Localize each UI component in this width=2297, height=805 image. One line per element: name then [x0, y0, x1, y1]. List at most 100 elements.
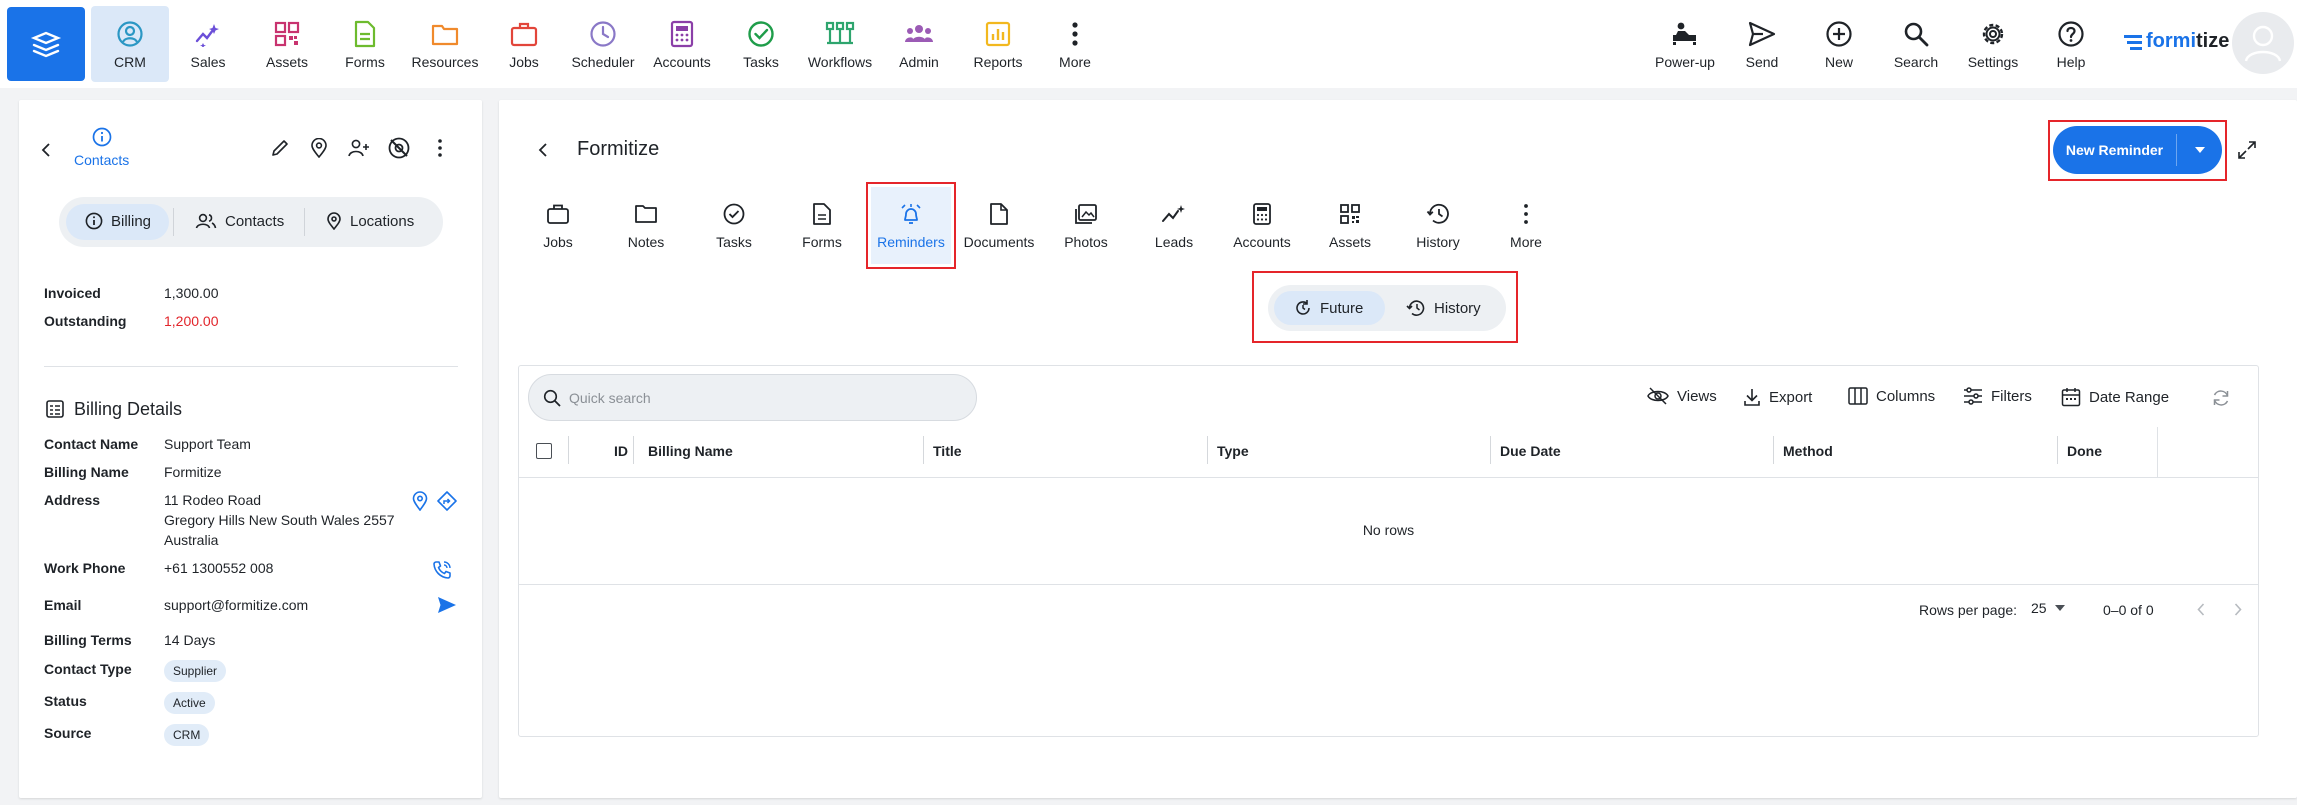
admin-icon [904, 19, 934, 49]
location-pin-icon [326, 212, 342, 230]
segment-label: Locations [350, 212, 415, 230]
expand-icon[interactable] [2237, 140, 2257, 160]
column-header-title[interactable]: Title [933, 443, 962, 459]
source-chip: CRM [164, 724, 210, 746]
phone-call-icon[interactable] [432, 560, 452, 580]
nav-resources[interactable]: Resources [406, 6, 484, 82]
next-page-icon[interactable] [2234, 603, 2242, 616]
tab-notes[interactable]: Notes [606, 178, 686, 260]
column-header-done[interactable]: Done [2067, 443, 2102, 459]
column-header-method[interactable]: Method [1783, 443, 1833, 459]
home-menu-button[interactable] [7, 7, 85, 81]
nav-help[interactable]: Help [2032, 6, 2110, 82]
map-pin-icon[interactable] [412, 491, 428, 511]
send-email-icon[interactable] [437, 596, 457, 614]
user-avatar[interactable] [2232, 12, 2294, 74]
nav-label: Workflows [807, 54, 873, 70]
hide-eye-icon[interactable] [388, 137, 410, 159]
contact-details-panel: Contacts Billing Contacts Locations Invo… [19, 100, 482, 798]
info-icon[interactable] [92, 127, 112, 147]
rows-per-page-select[interactable]: 25 [2031, 600, 2065, 616]
location-pin-icon[interactable] [310, 138, 328, 158]
segment-locations[interactable]: Locations [326, 212, 414, 230]
email-value: support@formitize.com [164, 597, 309, 613]
nav-reports[interactable]: Reports [959, 6, 1037, 82]
segment-billing[interactable]: Billing [85, 212, 151, 230]
views-button[interactable]: Views [1647, 387, 1717, 405]
nav-label: Admin [899, 54, 939, 70]
nav-assets[interactable]: Assets [248, 6, 326, 82]
column-header-type[interactable]: Type [1217, 443, 1249, 459]
user-avatar-icon [2241, 21, 2285, 65]
nav-tasks[interactable]: Tasks [722, 6, 800, 82]
nav-sales[interactable]: Sales [169, 6, 247, 82]
tab-tasks[interactable]: Tasks [694, 178, 774, 260]
toggle-history[interactable]: History [1406, 299, 1481, 317]
reminders-panel: Formitize New Reminder Jobs Notes Tasks … [499, 100, 2297, 798]
segment-contacts[interactable]: Contacts [195, 212, 284, 230]
assets-icon [272, 19, 302, 49]
nav-jobs[interactable]: Jobs [485, 6, 563, 82]
tab-label: History [1416, 234, 1460, 250]
more-vertical-icon[interactable] [438, 139, 442, 157]
tab-photos[interactable]: Photos [1046, 178, 1126, 260]
new-reminder-button[interactable]: New Reminder [2053, 126, 2176, 174]
formitize-logo[interactable]: formitize [2124, 30, 2229, 53]
tab-accounts[interactable]: Accounts [1222, 178, 1302, 260]
column-header-billing-name[interactable]: Billing Name [648, 443, 733, 459]
rows-per-page-value: 25 [2031, 600, 2047, 616]
people-icon [195, 212, 217, 230]
scheduler-icon [588, 19, 618, 49]
date-range-button[interactable]: Date Range [2061, 387, 2169, 407]
tab-assets[interactable]: Assets [1310, 178, 1390, 260]
tab-reminders[interactable]: Reminders [871, 187, 951, 264]
filters-button[interactable]: Filters [1963, 387, 2032, 405]
column-header-due-date[interactable]: Due Date [1500, 443, 1561, 459]
toggle-future[interactable]: Future [1294, 299, 1363, 317]
column-header-id[interactable]: ID [614, 443, 628, 459]
quick-search-placeholder: Quick search [569, 390, 651, 406]
nav-label: Power-up [1655, 54, 1715, 70]
quick-search-field[interactable]: Quick search [528, 374, 977, 421]
nav-power-up[interactable]: Power-up [1646, 6, 1724, 82]
previous-page-icon[interactable] [2197, 603, 2205, 616]
tab-label: Documents [963, 234, 1035, 250]
columns-button[interactable]: Columns [1848, 387, 1935, 405]
billing-name-label: Billing Name [44, 464, 129, 480]
tab-history[interactable]: History [1398, 178, 1478, 260]
nav-label: CRM [114, 54, 146, 70]
toggle-label: History [1434, 299, 1481, 317]
outstanding-label: Outstanding [44, 313, 127, 329]
nav-more[interactable]: More [1036, 6, 1114, 82]
nav-forms[interactable]: Forms [326, 6, 404, 82]
nav-send[interactable]: Send [1723, 6, 1801, 82]
tab-leads[interactable]: Leads [1134, 178, 1214, 260]
nav-search[interactable]: Search [1877, 6, 1955, 82]
refresh-icon[interactable] [2211, 388, 2231, 408]
page-title: Formitize [577, 138, 660, 160]
empty-state-text: No rows [1362, 522, 1415, 538]
contacts-header-label[interactable]: Contacts [74, 152, 129, 168]
add-person-icon[interactable] [347, 138, 371, 158]
nav-admin[interactable]: Admin [880, 6, 958, 82]
back-chevron-icon[interactable] [538, 142, 548, 158]
nav-accounts[interactable]: Accounts [643, 6, 721, 82]
nav-workflows[interactable]: Workflows [801, 6, 879, 82]
edit-pencil-icon[interactable] [270, 138, 290, 158]
tab-label: Reminders [877, 234, 945, 250]
nav-scheduler[interactable]: Scheduler [564, 6, 642, 82]
tab-forms[interactable]: Forms [782, 178, 862, 260]
tab-jobs[interactable]: Jobs [518, 178, 598, 260]
tab-label: Tasks [716, 234, 752, 250]
select-all-checkbox[interactable] [536, 443, 552, 459]
export-button[interactable]: Export [1743, 387, 1812, 407]
nav-crm[interactable]: CRM [91, 6, 169, 82]
divider [44, 366, 458, 367]
directions-icon[interactable] [437, 491, 457, 511]
new-reminder-dropdown-button[interactable] [2177, 126, 2222, 174]
nav-new[interactable]: New [1800, 6, 1878, 82]
tab-documents[interactable]: Documents [959, 178, 1039, 260]
back-chevron-icon[interactable] [41, 142, 51, 158]
nav-settings[interactable]: Settings [1954, 6, 2032, 82]
tab-more[interactable]: More [1486, 178, 1566, 260]
